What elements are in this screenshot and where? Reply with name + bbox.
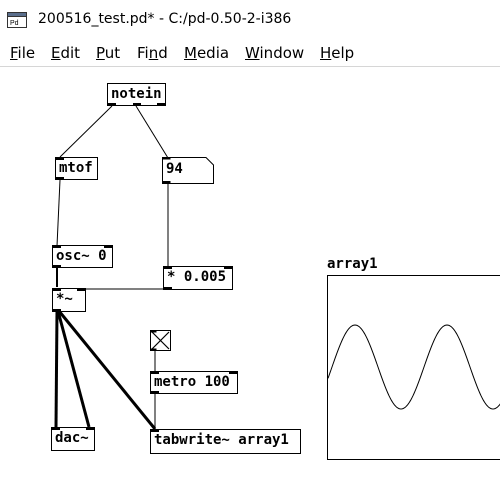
menu-edit[interactable]: Edit: [51, 44, 80, 62]
pd-app-icon: Pd: [7, 12, 27, 28]
array-graph[interactable]: [327, 275, 500, 460]
tabwrite-label: tabwrite~ array1: [154, 432, 289, 448]
number-box-value: 94: [166, 161, 183, 177]
multiply-object[interactable]: * 0.005: [163, 266, 233, 290]
mtof-object[interactable]: mtof: [55, 157, 98, 180]
menu-put[interactable]: Put: [96, 44, 120, 62]
osc-label: osc~ 0: [56, 248, 107, 264]
mtof-label: mtof: [59, 160, 93, 176]
menu-find[interactable]: Find: [137, 44, 168, 62]
bang-toggle-icon[interactable]: [150, 330, 171, 351]
array-name: array1: [327, 256, 378, 272]
menu-help[interactable]: Help: [320, 44, 354, 62]
svg-text:Pd: Pd: [10, 20, 19, 27]
notein-object[interactable]: notein: [107, 83, 166, 106]
signal-multiply-object[interactable]: *~: [52, 288, 86, 312]
menu-file[interactable]: File: [10, 44, 35, 62]
metro-object[interactable]: metro 100: [150, 371, 238, 394]
title-bar: Pd 200516_test.pd* - C:/pd-0.50-2-i386: [0, 0, 500, 40]
array-waveform: [328, 324, 500, 410]
dac-label: dac~: [55, 430, 89, 446]
menu-window[interactable]: Window: [245, 44, 304, 62]
signal-multiply-label: *~: [56, 291, 73, 307]
menu-media[interactable]: Media: [184, 44, 229, 62]
tabwrite-object[interactable]: tabwrite~ array1: [150, 429, 301, 454]
multiply-label: * 0.005: [167, 269, 227, 285]
notein-label: notein: [111, 86, 162, 102]
osc-object[interactable]: osc~ 0: [52, 245, 113, 268]
dac-object[interactable]: dac~: [51, 427, 95, 451]
metro-label: metro 100: [154, 374, 230, 390]
window-title: 200516_test.pd* - C:/pd-0.50-2-i386: [38, 11, 292, 27]
menu-bar: File Edit Put Find Media Window Help: [0, 40, 500, 67]
